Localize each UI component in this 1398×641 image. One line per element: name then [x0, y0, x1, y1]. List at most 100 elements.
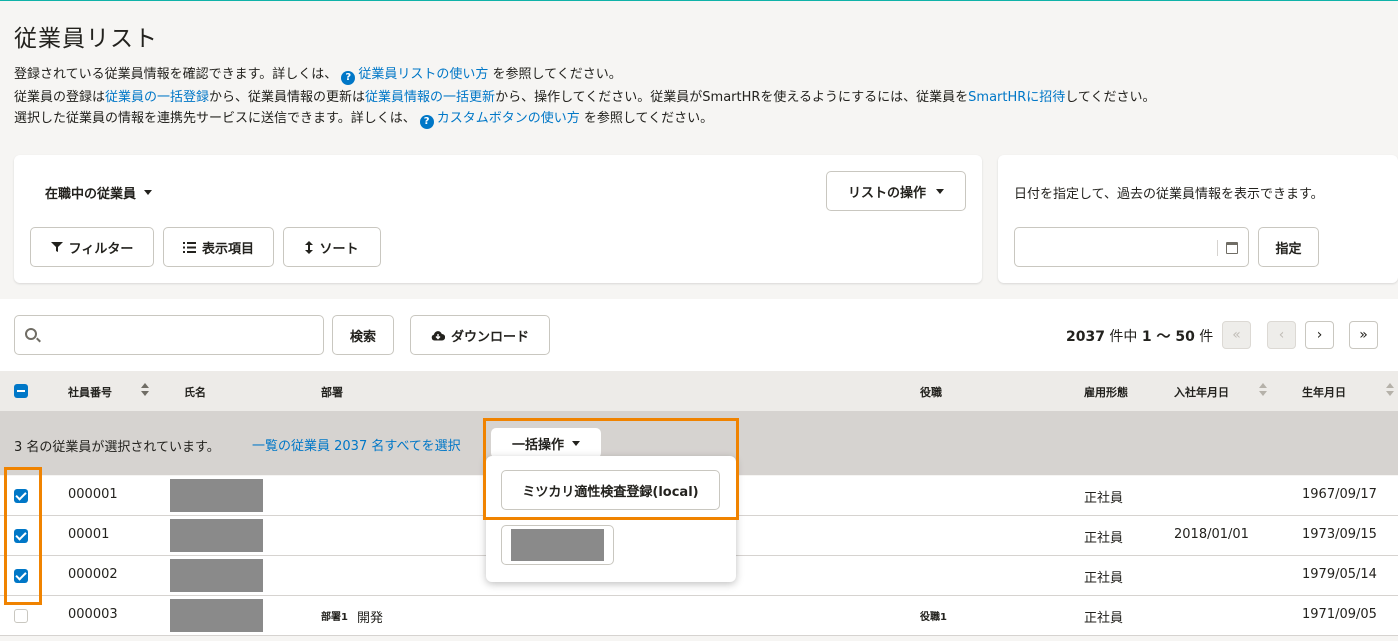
sort-icon[interactable] — [141, 383, 149, 397]
employee-number: 000003 — [68, 607, 118, 622]
pager-text: 件中 — [1104, 329, 1142, 345]
row-checkbox[interactable] — [14, 569, 28, 583]
caret-down-icon — [144, 190, 153, 195]
redacted-name — [170, 519, 263, 552]
caret-down-icon — [936, 188, 944, 194]
desc-text: 選択した従業員の情報を連携先サービスに送信できます。詳しくは、 — [14, 111, 416, 126]
employment-type: 正社員 — [1084, 571, 1124, 586]
pagination-summary: 2037 件中 1 〜 50 件 — [1066, 326, 1213, 346]
date-input[interactable] — [1014, 227, 1249, 267]
list-icon — [182, 241, 196, 253]
columns-label: 表示項目 — [201, 241, 254, 257]
download-button[interactable]: ダウンロード — [410, 315, 550, 355]
next-page-button[interactable]: › — [1305, 321, 1334, 349]
bulk-operations-menu: ミツカリ適性検査登録(local) — [486, 456, 736, 582]
header-position: 役職 — [920, 386, 942, 399]
total-count: 2037 — [1066, 329, 1105, 345]
employee-number: 000001 — [68, 487, 118, 502]
header-employment-type: 雇用形態 — [1084, 386, 1128, 399]
page-title: 従業員リスト — [14, 26, 158, 52]
desc-text: から、操作してください。従業員がSmartHRを使えるようにするには、従業員を — [495, 90, 969, 105]
pager-text: 件 — [1194, 329, 1214, 345]
prev-page-button[interactable]: ‹ — [1267, 321, 1296, 349]
bulk-label: 一括操作 — [511, 437, 564, 453]
desc-text: を参照してください。 — [492, 67, 622, 82]
header-department: 部署 — [321, 386, 343, 399]
join-date: 2018/01/01 — [1174, 527, 1249, 542]
search-input[interactable] — [14, 315, 324, 355]
divider — [1217, 240, 1218, 256]
sort-icon[interactable] — [1386, 383, 1394, 397]
birth-date: 1979/05/14 — [1302, 567, 1377, 582]
bulk-update-link[interactable]: 従業員情報の一括更新 — [365, 90, 495, 105]
row-checkbox[interactable] — [14, 489, 28, 503]
sort-icon[interactable] — [1259, 383, 1267, 397]
help-icon: ? — [419, 115, 434, 129]
redacted-name — [170, 599, 263, 632]
first-page-button[interactable]: « — [1222, 321, 1251, 349]
desc-text: 従業員の登録は — [14, 90, 106, 105]
birth-date: 1973/09/15 — [1302, 527, 1377, 542]
apply-date-button[interactable]: 指定 — [1258, 227, 1319, 267]
date-hint: 日付を指定して、過去の従業員情報を表示できます。 — [1014, 187, 1324, 202]
desc-text: してください。 — [1065, 90, 1156, 105]
filter-label: フィルター — [68, 241, 134, 257]
page-range: 1 〜 50 — [1141, 329, 1195, 345]
custom-button-guide-link[interactable]: カスタムボタンの使い方 — [437, 111, 580, 126]
search-icon — [25, 328, 37, 340]
bulk-operations-button[interactable]: 一括操作 — [491, 428, 601, 458]
desc-text: から、従業員情報の更新は — [209, 90, 366, 105]
department-label: 部署1 — [321, 612, 348, 623]
redacted-menu-button[interactable] — [501, 525, 614, 565]
sort-button[interactable]: ソート — [283, 227, 381, 267]
usage-guide-link[interactable]: 従業員リストの使い方 — [358, 67, 488, 82]
apply-label: 指定 — [1275, 241, 1302, 257]
select-all-link[interactable]: 一覧の従業員 2037 名すべてを選択 — [252, 435, 461, 454]
position-value: 役職1 — [920, 612, 947, 623]
header-join-date[interactable]: 入社年月日 — [1174, 384, 1229, 400]
last-page-button[interactable]: » — [1349, 321, 1378, 349]
cloud-download-icon — [431, 330, 445, 340]
header-employee-number[interactable]: 社員番号 — [68, 384, 112, 400]
status-label: 在職中の従業員 — [45, 187, 137, 202]
filter-button[interactable]: フィルター — [30, 227, 154, 267]
row-checkbox[interactable] — [14, 529, 28, 543]
desc-text: を参照してください。 — [583, 111, 714, 126]
department-value: 開発 — [357, 611, 384, 626]
description-line-3: 選択した従業員の情報を連携先サービスに送信できます。詳しくは、? カスタムボタンの… — [14, 111, 713, 129]
description-line-1: 登録されている従業員情報を確認できます。詳しくは、? 従業員リストの使い方 を参照… — [14, 67, 622, 85]
header-birth-date[interactable]: 生年月日 — [1302, 384, 1346, 400]
header-name: 氏名 — [184, 386, 206, 399]
list-operations-button[interactable]: リストの操作 — [826, 171, 966, 211]
employee-number: 000002 — [68, 567, 118, 582]
bulk-register-link[interactable]: 従業員の一括登録 — [105, 90, 209, 105]
employment-type: 正社員 — [1084, 531, 1124, 546]
birth-date: 1967/09/17 — [1302, 487, 1377, 502]
filter-icon — [50, 242, 63, 252]
help-icon: ? — [341, 71, 356, 85]
calendar-icon[interactable] — [1226, 242, 1238, 254]
redacted-name — [170, 479, 263, 512]
sort-arrows-icon — [305, 240, 314, 254]
invite-link[interactable]: SmartHRに招待 — [968, 90, 1065, 105]
selection-count: 3 名の従業員が選択されています。 — [14, 440, 220, 455]
caret-down-icon — [572, 440, 580, 446]
employee-status-dropdown[interactable]: 在職中の従業員 — [45, 183, 153, 202]
employee-number: 00001 — [68, 527, 110, 542]
desc-text: 登録されている従業員情報を確認できます。詳しくは、 — [14, 67, 338, 82]
mitsucari-register-button[interactable]: ミツカリ適性検査登録(local) — [501, 470, 720, 510]
table-row[interactable]: 000003 部署1 開発 役職1 正社員 1971/09/05 — [0, 596, 1398, 636]
row-checkbox[interactable] — [14, 609, 28, 623]
search-button[interactable]: 検索 — [332, 315, 394, 355]
employment-type: 正社員 — [1084, 491, 1124, 506]
description-line-2: 従業員の登録は従業員の一括登録から、従業員情報の更新は従業員情報の一括更新から、… — [14, 90, 1156, 106]
display-columns-button[interactable]: 表示項目 — [163, 227, 274, 267]
redacted-label — [511, 529, 604, 561]
birth-date: 1971/09/05 — [1302, 607, 1377, 622]
list-ops-label: リストの操作 — [847, 185, 926, 201]
search-label: 検索 — [349, 329, 376, 345]
employment-type: 正社員 — [1084, 611, 1124, 626]
select-all-checkbox[interactable] — [14, 384, 28, 398]
sort-label: ソート — [319, 241, 359, 257]
redacted-name — [170, 559, 263, 592]
